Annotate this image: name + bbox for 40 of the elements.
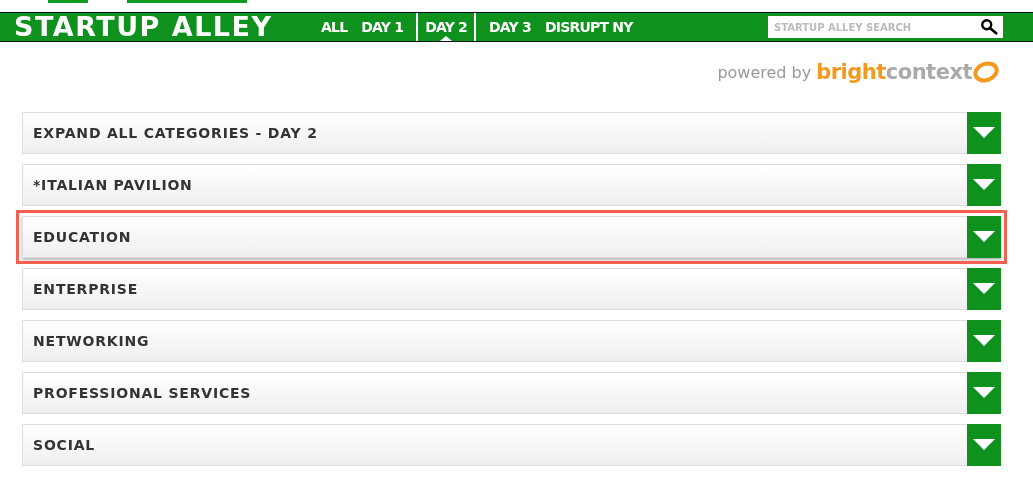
- category-row[interactable]: NETWORKING: [22, 320, 1001, 362]
- search-icon: [979, 18, 999, 36]
- expand-button[interactable]: [967, 216, 1001, 258]
- triangle-down-icon: [973, 127, 995, 139]
- category-row[interactable]: *ITALIAN PAVILION: [22, 164, 1001, 206]
- triangle-down-icon: [973, 179, 995, 191]
- ring-logo-icon: [971, 60, 1001, 84]
- category-row[interactable]: EXPAND ALL CATEGORIES - DAY 2: [22, 112, 1001, 154]
- category-row[interactable]: PROFESSIONAL SERVICES: [22, 372, 1001, 414]
- category-label: EDUCATION: [32, 229, 132, 245]
- expand-button[interactable]: [967, 164, 1001, 206]
- search-field[interactable]: STARTUP ALLEY SEARCH: [768, 16, 979, 38]
- expand-button[interactable]: [967, 112, 1001, 154]
- expand-button[interactable]: [967, 268, 1001, 310]
- header-tab-edge: [48, 0, 88, 3]
- triangle-down-icon: [973, 335, 995, 347]
- category-label: NETWORKING: [32, 333, 150, 349]
- nav-tab[interactable]: DAY 3: [482, 13, 538, 41]
- category-label: SOCIAL: [32, 437, 96, 453]
- category-row[interactable]: SOCIAL: [22, 424, 1001, 466]
- triangle-down-icon: [973, 283, 995, 295]
- category-label: PROFESSIONAL SERVICES: [32, 385, 252, 401]
- nav-tab[interactable]: DISRUPT NY: [537, 13, 640, 41]
- expand-button[interactable]: [967, 424, 1001, 466]
- triangle-down-icon: [973, 387, 995, 399]
- triangle-down-icon: [973, 439, 995, 451]
- search-button[interactable]: [979, 16, 1003, 38]
- nav-tab[interactable]: DAY 2: [416, 13, 477, 41]
- nav-tab[interactable]: DAY 1: [354, 13, 411, 41]
- triangle-down-icon: [973, 231, 995, 243]
- powered-by-label: powered by: [717, 62, 812, 82]
- site-title: STARTUP ALLEY: [14, 13, 274, 41]
- category-label: EXPAND ALL CATEGORIES - DAY 2: [32, 125, 318, 141]
- category-row[interactable]: ENTERPRISE: [22, 268, 1001, 310]
- category-label: *ITALIAN PAVILION: [32, 177, 193, 193]
- expand-button[interactable]: [967, 372, 1001, 414]
- expand-button[interactable]: [967, 320, 1001, 362]
- brand-logo-text: brightcontext: [816, 60, 972, 84]
- nav-tab[interactable]: ALL: [314, 13, 355, 41]
- category-label: ENTERPRISE: [32, 281, 139, 297]
